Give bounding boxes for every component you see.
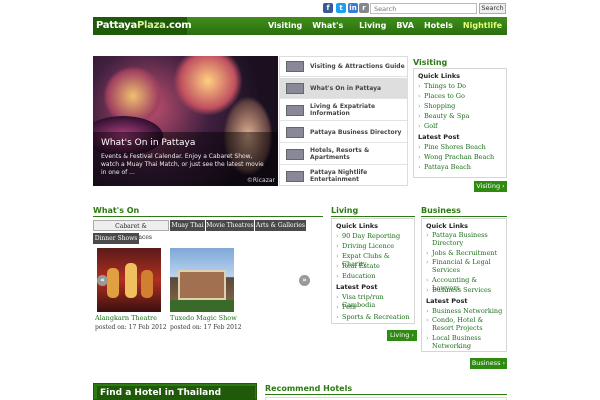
slide-tab-label: Hotels, Resorts & Apartments: [310, 147, 370, 161]
item-date: posted on: 17 Feb 2012: [95, 324, 167, 331]
business-button[interactable]: Business ›: [470, 358, 507, 369]
business-box: Quick Links Pattaya Business Directory J…: [421, 218, 507, 352]
visiting-latest-heading: Latest Post: [418, 133, 460, 141]
slide-title[interactable]: What's On in Pattaya: [101, 138, 195, 148]
living-box: Quick Links 90 Day Reporting Driving Lic…: [331, 218, 415, 324]
business-link[interactable]: Business Services: [426, 286, 491, 294]
search-button[interactable]: Search: [479, 3, 506, 14]
business-link[interactable]: Jobs & Recruitment: [426, 249, 497, 257]
slide-tab-label: Pattaya Nightlife Entertainment: [310, 169, 368, 183]
search-input[interactable]: [370, 3, 477, 14]
living-link[interactable]: 90 Day Reporting: [336, 232, 400, 240]
nav-whats-on[interactable]: What's On: [307, 17, 354, 48]
living-rule: [331, 216, 415, 217]
visiting-post[interactable]: Wong Prachan Beach: [418, 153, 494, 161]
top-bar: f t in r Search: [0, 0, 600, 16]
business-rule: [421, 216, 507, 217]
item-title[interactable]: Alangkarn Theatre: [95, 314, 157, 322]
logo-part2: Plaza: [136, 20, 166, 31]
visiting-title[interactable]: Visiting: [413, 58, 447, 67]
site-header: PattayaPlaza.com Visiting What's On Livi…: [93, 17, 507, 48]
find-hotel-title: Find a Hotel in Thailand: [97, 386, 255, 400]
visiting-link[interactable]: Golf: [418, 122, 437, 130]
business-title[interactable]: Business: [421, 206, 461, 215]
business-link[interactable]: Financial & Legal Services: [426, 258, 504, 274]
living-post[interactable]: Pets: [336, 303, 356, 311]
whats-on-rule: [93, 216, 323, 217]
rss-icon[interactable]: r: [359, 3, 369, 13]
slide-tab-label: Pattaya Business Directory: [310, 128, 402, 136]
tab-muay-thai[interactable]: Muay Thai: [170, 220, 205, 231]
business-post[interactable]: Business Networking: [426, 307, 502, 315]
tab-thumbnail: [286, 148, 304, 160]
facebook-icon[interactable]: f: [323, 3, 333, 13]
whats-on-title[interactable]: What's On: [93, 206, 139, 215]
tab-thumbnail: [286, 61, 304, 72]
visiting-link[interactable]: Beauty & Spa: [418, 112, 469, 120]
visiting-box: Quick Links Things to Do Places to Go Sh…: [413, 68, 507, 178]
carousel-prev-button[interactable]: «: [97, 275, 108, 286]
visiting-button[interactable]: Visiting ›: [474, 181, 507, 192]
slide-tab-whats-on[interactable]: What's On in Pattaya: [280, 78, 407, 99]
living-link[interactable]: Driving Licence: [336, 242, 394, 250]
living-latest-heading: Latest Post: [336, 283, 378, 291]
carousel-next-button[interactable]: »: [299, 275, 310, 286]
site-logo[interactable]: PattayaPlaza.com: [93, 17, 192, 35]
tab-thumbnail: [286, 104, 304, 116]
slide-tab-hotels[interactable]: Hotels, Resorts & Apartments: [280, 144, 407, 165]
living-post[interactable]: Sports & Recreation: [336, 313, 409, 321]
nav-nightlife[interactable]: Nightlife: [458, 17, 507, 35]
nav-bva[interactable]: BVA: [391, 17, 419, 35]
tab-dinner-shows[interactable]: Dinner Shows: [93, 233, 139, 244]
featured-slider-image[interactable]: What's On in Pattaya Events & Festival C…: [93, 56, 278, 186]
visiting-post[interactable]: Pattaya Beach: [418, 163, 471, 171]
twitter-icon[interactable]: t: [336, 3, 346, 13]
item-date: posted on: 17 Feb 2012: [170, 324, 242, 331]
tab-movie-theatres[interactable]: Movie Theatres: [206, 220, 254, 231]
business-link[interactable]: Pattaya Business Directory: [426, 231, 504, 247]
slide-tab-business[interactable]: Pattaya Business Directory: [280, 122, 407, 143]
business-latest-heading: Latest Post: [426, 297, 468, 305]
visiting-quick-links-heading: Quick Links: [418, 72, 461, 80]
visiting-link[interactable]: Things to Do: [418, 82, 466, 90]
business-post[interactable]: Condo, Hotel & Resort Projects: [426, 316, 506, 332]
logo-part1: Pattaya: [96, 20, 137, 31]
main-nav: Visiting What's On Living BVA Hotels Nig…: [263, 17, 507, 48]
tuxedo-magic-show-image[interactable]: [170, 248, 234, 312]
living-link[interactable]: Real Estate: [336, 262, 380, 270]
living-quick-links-heading: Quick Links: [336, 222, 379, 230]
visiting-link[interactable]: Shopping: [418, 102, 455, 110]
slide-tab-living[interactable]: Living & Expatriate Information: [280, 100, 407, 121]
slide-tab-visiting[interactable]: Visiting & Attractions Guide: [280, 57, 407, 77]
slider-tabs: Visiting & Attractions Guide What's On i…: [279, 56, 408, 186]
recommend-hotels-title: Recommend Hotels: [265, 384, 353, 393]
recommend-rule: [265, 394, 507, 395]
nav-living[interactable]: Living: [354, 17, 391, 35]
slide-tab-label: Visiting & Attractions Guide: [310, 63, 405, 70]
slide-credit: ©Ricazar: [246, 177, 275, 184]
tab-thumbnail: [286, 82, 304, 94]
visiting-link[interactable]: Places to Go: [418, 92, 465, 100]
living-link[interactable]: Education: [336, 272, 375, 280]
logo-tld: .com: [165, 20, 192, 31]
nav-hotels[interactable]: Hotels: [419, 17, 458, 35]
slide-tab-label: What's On in Pattaya: [310, 84, 382, 92]
business-quick-links-heading: Quick Links: [426, 222, 469, 230]
linkedin-icon[interactable]: in: [348, 3, 358, 13]
living-title[interactable]: Living: [331, 206, 358, 215]
slide-tab-nightlife[interactable]: Pattaya Nightlife Entertainment: [280, 166, 407, 186]
nav-visiting[interactable]: Visiting: [263, 17, 307, 35]
tab-arts-galleries[interactable]: Arts & Galleries: [255, 220, 306, 231]
item-title[interactable]: Tuxedo Magic Show: [170, 314, 237, 322]
tab-cabaret[interactable]: Cabaret & Performances: [93, 220, 169, 241]
business-post[interactable]: Local Business Networking: [426, 334, 504, 350]
slide-text: Events & Festival Calendar. Enjoy a Caba…: [101, 153, 264, 176]
visiting-post[interactable]: Pine Shores Beach: [418, 143, 486, 151]
tab-thumbnail: [286, 126, 304, 138]
tab-thumbnail: [286, 170, 304, 182]
living-button[interactable]: Living ›: [387, 330, 417, 341]
slide-tab-label: Living & Expatriate Information: [310, 103, 376, 117]
find-hotel-box: Find a Hotel in Thailand: [93, 383, 257, 400]
